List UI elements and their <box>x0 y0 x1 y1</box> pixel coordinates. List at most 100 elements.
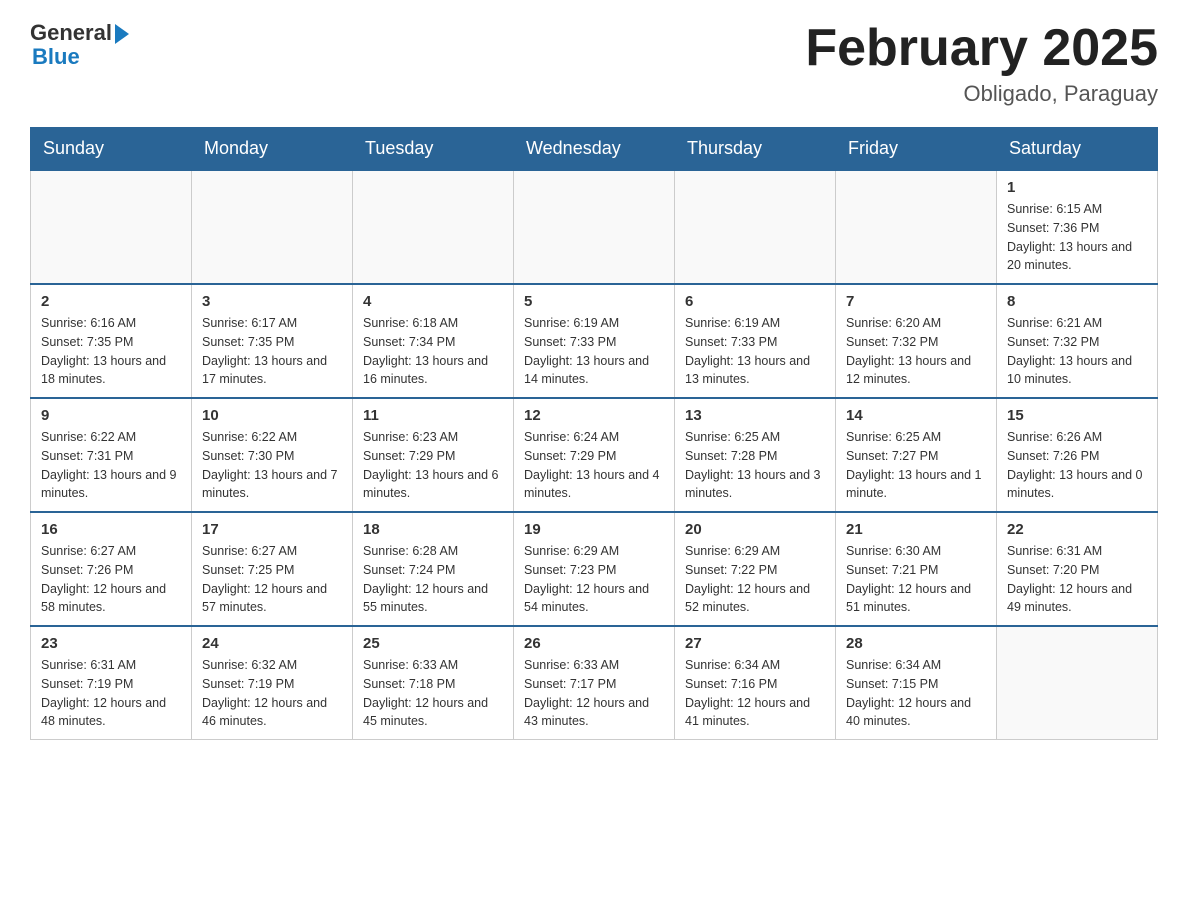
calendar-cell: 28Sunrise: 6:34 AMSunset: 7:15 PMDayligh… <box>836 626 997 740</box>
calendar-cell: 17Sunrise: 6:27 AMSunset: 7:25 PMDayligh… <box>192 512 353 626</box>
day-number: 23 <box>41 635 181 652</box>
day-number: 10 <box>202 407 342 424</box>
logo: General Blue <box>30 20 129 70</box>
month-title: February 2025 <box>805 20 1158 77</box>
day-info: Sunrise: 6:30 AMSunset: 7:21 PMDaylight:… <box>846 542 986 617</box>
day-info: Sunrise: 6:31 AMSunset: 7:19 PMDaylight:… <box>41 656 181 731</box>
day-info: Sunrise: 6:29 AMSunset: 7:23 PMDaylight:… <box>524 542 664 617</box>
calendar-cell: 12 Sunrise: 6:24 AMSunset: 7:29 PMDayligh… <box>514 398 675 512</box>
calendar-cell: 21 Sunrise: 6:30 AMSunset: 7:21 PMDayligh… <box>836 512 997 626</box>
calendar-cell: 6 Sunrise: 6:19 AMSunset: 7:33 PMDaylight… <box>675 284 836 398</box>
day-info: Sunrise: 6:34 AMSunset: 7:15 PMDaylight:… <box>846 656 986 731</box>
day-info: Sunrise: 6:26 AMSunset: 7:26 PMDaylight:… <box>1007 428 1147 503</box>
days-of-week-row: SundayMondayTuesdayWednesdayThursdayFrid… <box>31 128 1158 171</box>
day-number: 9 <box>41 407 181 424</box>
day-header-saturday: Saturday <box>997 128 1158 171</box>
day-number: 14 <box>846 407 986 424</box>
page-header: General Blue February 2025 Obligado, Par… <box>30 20 1158 107</box>
calendar-cell: 15 Sunrise: 6:26 AMSunset: 7:26 PMDayligh… <box>997 398 1158 512</box>
calendar-cell: 14 Sunrise: 6:25 AMSunset: 7:27 PMDayligh… <box>836 398 997 512</box>
day-number: 4 <box>363 293 503 310</box>
day-info: Sunrise: 6:29 AMSunset: 7:22 PMDaylight:… <box>685 542 825 617</box>
day-number: 18 <box>363 521 503 538</box>
day-header-monday: Monday <box>192 128 353 171</box>
day-info: Sunrise: 6:34 AMSunset: 7:16 PMDaylight:… <box>685 656 825 731</box>
day-info: Sunrise: 6:23 AMSunset: 7:29 PMDaylight:… <box>363 428 503 503</box>
day-info: Sunrise: 6:22 AMSunset: 7:31 PMDaylight:… <box>41 428 181 503</box>
calendar-week-2: 2 Sunrise: 6:16 AMSunset: 7:35 PMDaylight… <box>31 284 1158 398</box>
day-info: Sunrise: 6:18 AMSunset: 7:34 PMDaylight:… <box>363 314 503 389</box>
day-info: Sunrise: 6:33 AMSunset: 7:17 PMDaylight:… <box>524 656 664 731</box>
day-info: Sunrise: 6:15 AMSunset: 7:36 PMDaylight:… <box>1007 200 1147 275</box>
calendar-table: SundayMondayTuesdayWednesdayThursdayFrid… <box>30 127 1158 740</box>
calendar-week-1: 1 Sunrise: 6:15 AMSunset: 7:36 PMDaylight… <box>31 170 1158 284</box>
day-info: Sunrise: 6:22 AMSunset: 7:30 PMDaylight:… <box>202 428 342 503</box>
day-number: 6 <box>685 293 825 310</box>
calendar-cell: 20Sunrise: 6:29 AMSunset: 7:22 PMDayligh… <box>675 512 836 626</box>
calendar-cell: 13 Sunrise: 6:25 AMSunset: 7:28 PMDayligh… <box>675 398 836 512</box>
day-info: Sunrise: 6:27 AMSunset: 7:25 PMDaylight:… <box>202 542 342 617</box>
calendar-cell: 26 Sunrise: 6:33 AMSunset: 7:17 PMDayligh… <box>514 626 675 740</box>
day-info: Sunrise: 6:20 AMSunset: 7:32 PMDaylight:… <box>846 314 986 389</box>
calendar-cell <box>514 170 675 284</box>
calendar-cell: 2 Sunrise: 6:16 AMSunset: 7:35 PMDaylight… <box>31 284 192 398</box>
calendar-cell <box>675 170 836 284</box>
calendar-cell: 1 Sunrise: 6:15 AMSunset: 7:36 PMDaylight… <box>997 170 1158 284</box>
calendar-cell: 19 Sunrise: 6:29 AMSunset: 7:23 PMDayligh… <box>514 512 675 626</box>
day-info: Sunrise: 6:25 AMSunset: 7:28 PMDaylight:… <box>685 428 825 503</box>
calendar-week-3: 9 Sunrise: 6:22 AMSunset: 7:31 PMDaylight… <box>31 398 1158 512</box>
day-number: 12 <box>524 407 664 424</box>
calendar-cell: 5Sunrise: 6:19 AMSunset: 7:33 PMDaylight… <box>514 284 675 398</box>
day-header-thursday: Thursday <box>675 128 836 171</box>
calendar-cell: 27Sunrise: 6:34 AMSunset: 7:16 PMDayligh… <box>675 626 836 740</box>
calendar-header: SundayMondayTuesdayWednesdayThursdayFrid… <box>31 128 1158 171</box>
calendar-cell <box>836 170 997 284</box>
calendar-cell <box>192 170 353 284</box>
logo-general-text: General <box>30 20 112 46</box>
day-info: Sunrise: 6:25 AMSunset: 7:27 PMDaylight:… <box>846 428 986 503</box>
day-info: Sunrise: 6:21 AMSunset: 7:32 PMDaylight:… <box>1007 314 1147 389</box>
day-header-sunday: Sunday <box>31 128 192 171</box>
calendar-cell: 18Sunrise: 6:28 AMSunset: 7:24 PMDayligh… <box>353 512 514 626</box>
calendar-cell <box>353 170 514 284</box>
day-number: 22 <box>1007 521 1147 538</box>
logo-triangle-icon <box>115 24 129 44</box>
day-number: 3 <box>202 293 342 310</box>
calendar-cell: 24 Sunrise: 6:32 AMSunset: 7:19 PMDayligh… <box>192 626 353 740</box>
day-info: Sunrise: 6:16 AMSunset: 7:35 PMDaylight:… <box>41 314 181 389</box>
calendar-week-5: 23 Sunrise: 6:31 AMSunset: 7:19 PMDayligh… <box>31 626 1158 740</box>
day-info: Sunrise: 6:31 AMSunset: 7:20 PMDaylight:… <box>1007 542 1147 617</box>
day-info: Sunrise: 6:19 AMSunset: 7:33 PMDaylight:… <box>685 314 825 389</box>
location-text: Obligado, Paraguay <box>805 81 1158 107</box>
day-info: Sunrise: 6:33 AMSunset: 7:18 PMDaylight:… <box>363 656 503 731</box>
calendar-cell <box>997 626 1158 740</box>
day-header-wednesday: Wednesday <box>514 128 675 171</box>
day-info: Sunrise: 6:27 AMSunset: 7:26 PMDaylight:… <box>41 542 181 617</box>
day-number: 15 <box>1007 407 1147 424</box>
day-number: 5 <box>524 293 664 310</box>
day-info: Sunrise: 6:24 AMSunset: 7:29 PMDaylight:… <box>524 428 664 503</box>
day-number: 26 <box>524 635 664 652</box>
title-section: February 2025 Obligado, Paraguay <box>805 20 1158 107</box>
day-header-tuesday: Tuesday <box>353 128 514 171</box>
calendar-body: 1 Sunrise: 6:15 AMSunset: 7:36 PMDaylight… <box>31 170 1158 740</box>
day-number: 24 <box>202 635 342 652</box>
day-info: Sunrise: 6:32 AMSunset: 7:19 PMDaylight:… <box>202 656 342 731</box>
calendar-cell: 23 Sunrise: 6:31 AMSunset: 7:19 PMDayligh… <box>31 626 192 740</box>
day-number: 1 <box>1007 179 1147 196</box>
calendar-cell: 3 Sunrise: 6:17 AMSunset: 7:35 PMDaylight… <box>192 284 353 398</box>
calendar-cell: 16Sunrise: 6:27 AMSunset: 7:26 PMDayligh… <box>31 512 192 626</box>
day-number: 2 <box>41 293 181 310</box>
day-info: Sunrise: 6:17 AMSunset: 7:35 PMDaylight:… <box>202 314 342 389</box>
day-number: 13 <box>685 407 825 424</box>
logo-blue-text: Blue <box>32 44 80 70</box>
calendar-cell: 10 Sunrise: 6:22 AMSunset: 7:30 PMDayligh… <box>192 398 353 512</box>
day-number: 21 <box>846 521 986 538</box>
day-header-friday: Friday <box>836 128 997 171</box>
calendar-week-4: 16Sunrise: 6:27 AMSunset: 7:26 PMDayligh… <box>31 512 1158 626</box>
day-number: 19 <box>524 521 664 538</box>
calendar-cell: 25Sunrise: 6:33 AMSunset: 7:18 PMDayligh… <box>353 626 514 740</box>
calendar-cell: 8Sunrise: 6:21 AMSunset: 7:32 PMDaylight… <box>997 284 1158 398</box>
calendar-cell: 4 Sunrise: 6:18 AMSunset: 7:34 PMDaylight… <box>353 284 514 398</box>
logo-top: General <box>30 20 129 46</box>
